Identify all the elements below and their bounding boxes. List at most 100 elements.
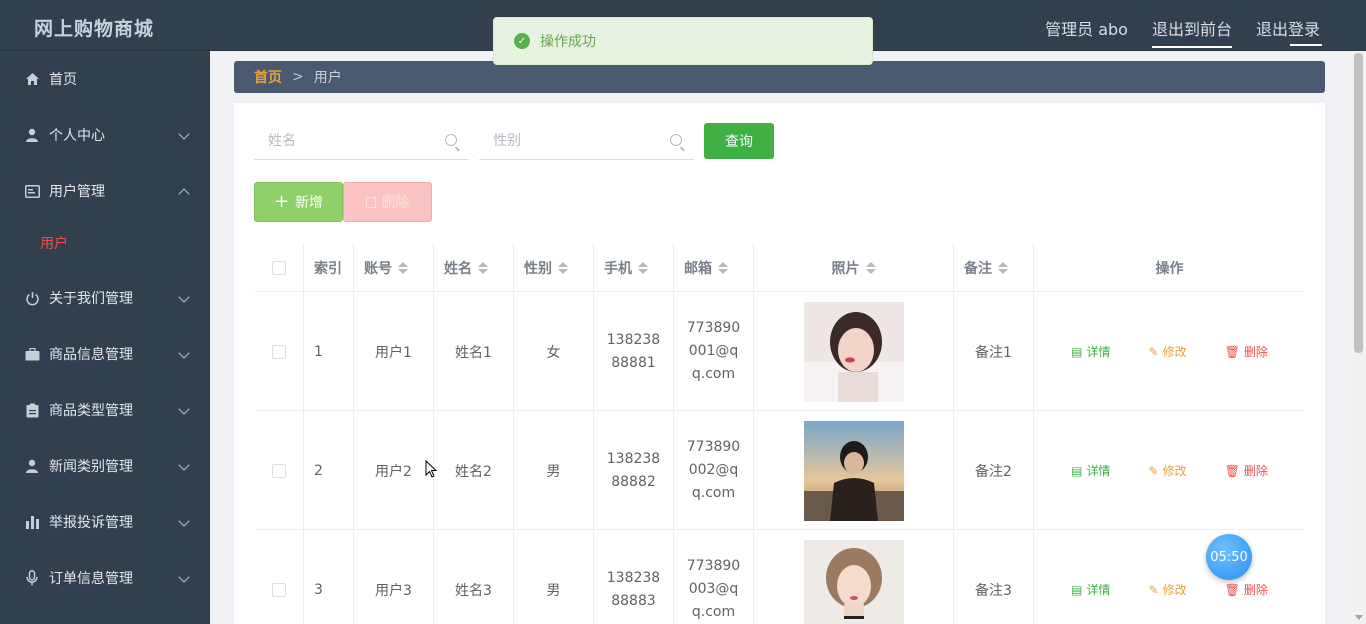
sort-icon[interactable] bbox=[558, 261, 568, 275]
sidebar-subitem-users[interactable]: 用户 bbox=[0, 220, 210, 266]
check-circle-icon: ✓ bbox=[514, 33, 530, 49]
sort-icon[interactable] bbox=[638, 261, 648, 275]
detail-button[interactable]: ▤ 详情 bbox=[1071, 343, 1110, 360]
query-button[interactable]: 查询 bbox=[704, 123, 774, 159]
gender-search-input[interactable] bbox=[479, 133, 649, 149]
document-icon: ▤ bbox=[1071, 463, 1083, 478]
header-photo[interactable]: 照片 bbox=[754, 243, 954, 292]
add-button[interactable]: + 新增 bbox=[254, 182, 343, 222]
index-cell: 1 bbox=[304, 292, 354, 411]
trash-icon bbox=[365, 196, 376, 208]
select-cell bbox=[254, 292, 304, 411]
sidebar-item-user-management[interactable]: 用户管理 bbox=[0, 163, 210, 219]
header-label: 姓名 bbox=[444, 260, 472, 277]
header-email[interactable]: 邮箱 bbox=[674, 243, 754, 292]
trash-icon: 🗑 bbox=[1224, 463, 1240, 478]
sidebar-item-label: 首页 bbox=[49, 72, 77, 88]
sidebar-item-label: 举报投诉管理 bbox=[49, 515, 133, 531]
user-icon bbox=[24, 127, 40, 143]
sidebar-item-news-category[interactable]: 新闻类别管理 bbox=[0, 438, 210, 494]
delete-button[interactable]: 🗑 删除 bbox=[1225, 343, 1268, 360]
exit-to-front-link[interactable]: 退出到前台 bbox=[1151, 16, 1232, 48]
phone-value: 13823888881 bbox=[606, 331, 661, 371]
edit-label: 修改 bbox=[1162, 464, 1187, 478]
table-row: 3 用户3 姓名3 男 13823888883 773890003@qq.com bbox=[254, 530, 1305, 624]
edit-label: 修改 bbox=[1162, 345, 1187, 359]
admin-label: 管理员 abo bbox=[1045, 20, 1128, 39]
ops-cell: ▤ 详情 ✎ 修改 🗑 删除 bbox=[1034, 530, 1305, 624]
name-search-input[interactable] bbox=[254, 133, 424, 149]
chevron-down-icon bbox=[178, 291, 190, 303]
select-all-checkbox[interactable] bbox=[271, 260, 286, 275]
index-cell: 2 bbox=[304, 411, 354, 530]
sidebar-item-label: 新闻类别管理 bbox=[49, 459, 133, 475]
sidebar-item-label: 商品信息管理 bbox=[49, 347, 133, 363]
header-label: 索引 bbox=[314, 260, 342, 277]
header-label: 操作 bbox=[1155, 260, 1184, 277]
row-checkbox[interactable] bbox=[271, 582, 286, 597]
breadcrumb-home-link[interactable]: 首页 bbox=[254, 67, 282, 87]
scroll-thumb[interactable] bbox=[1354, 53, 1363, 353]
edit-button[interactable]: ✎ 修改 bbox=[1149, 581, 1187, 598]
sidebar-item-product-info[interactable]: 商品信息管理 bbox=[0, 326, 210, 382]
pencil-icon: ✎ bbox=[1148, 344, 1159, 359]
detail-button[interactable]: ▤ 详情 bbox=[1071, 581, 1110, 598]
sort-icon[interactable] bbox=[718, 261, 728, 275]
row-checkbox[interactable] bbox=[271, 344, 286, 359]
sidebar-item-personal-center[interactable]: 个人中心 bbox=[0, 107, 210, 163]
sort-icon[interactable] bbox=[478, 261, 488, 275]
delete-button[interactable]: 🗑 删除 bbox=[1225, 581, 1268, 598]
table-row: 2 用户2 姓名2 男 13823888882 773890002@qq.com bbox=[254, 411, 1305, 530]
timer-bubble[interactable]: 05:50 bbox=[1206, 534, 1252, 580]
search-icon bbox=[670, 134, 682, 146]
email-cell: 773890002@qq.com bbox=[674, 411, 754, 530]
page-scrollbar[interactable] bbox=[1351, 51, 1366, 624]
user-photo bbox=[803, 539, 904, 624]
edit-label: 修改 bbox=[1162, 583, 1187, 597]
bar-chart-icon bbox=[24, 514, 40, 530]
pencil-icon: ✎ bbox=[1148, 582, 1159, 597]
header-gender[interactable]: 性别 bbox=[514, 243, 594, 292]
row-checkbox[interactable] bbox=[271, 463, 286, 478]
header-name[interactable]: 姓名 bbox=[434, 243, 514, 292]
edit-button[interactable]: ✎ 修改 bbox=[1149, 343, 1187, 360]
mouse-cursor-icon bbox=[425, 460, 437, 478]
sidebar-item-order-info[interactable]: 订单信息管理 bbox=[0, 550, 210, 606]
batch-delete-button[interactable]: 删除 bbox=[343, 182, 432, 222]
scroll-down-arrow-icon[interactable] bbox=[1355, 615, 1363, 620]
delete-button[interactable]: 🗑 删除 bbox=[1225, 462, 1268, 479]
sidebar-item-label: 关于我们管理 bbox=[49, 291, 133, 307]
detail-label: 详情 bbox=[1086, 464, 1111, 478]
select-cell bbox=[254, 411, 304, 530]
header-phone[interactable]: 手机 bbox=[594, 243, 674, 292]
remark-cell: 备注1 bbox=[954, 292, 1034, 411]
sort-icon[interactable] bbox=[865, 261, 876, 275]
detail-button[interactable]: ▤ 详情 bbox=[1071, 462, 1110, 479]
sort-icon[interactable] bbox=[998, 261, 1008, 275]
trash-icon: 🗑 bbox=[1224, 582, 1240, 597]
sort-icon[interactable] bbox=[398, 261, 408, 275]
phone-cell: 13823888882 bbox=[594, 411, 674, 530]
account-cell: 用户3 bbox=[354, 530, 434, 624]
gender-cell: 男 bbox=[514, 530, 594, 624]
toast-message: 操作成功 bbox=[540, 34, 596, 50]
header-account[interactable]: 账号 bbox=[354, 243, 434, 292]
sidebar-item-product-type[interactable]: 商品类型管理 bbox=[0, 382, 210, 438]
sidebar-item-about-us[interactable]: 关于我们管理 bbox=[0, 270, 210, 326]
table-header-row: 索引 账号 姓名 性别 手机 邮箱 照片 备注 操作 bbox=[254, 243, 1305, 292]
email-value: 773890002@qq.com bbox=[686, 439, 741, 501]
email-cell: 773890003@qq.com bbox=[674, 530, 754, 624]
pencil-icon: ✎ bbox=[1148, 463, 1159, 478]
name-cell: 姓名2 bbox=[434, 411, 514, 530]
account-cell: 用户1 bbox=[354, 292, 434, 411]
chevron-up-icon bbox=[178, 188, 190, 200]
edit-button[interactable]: ✎ 修改 bbox=[1149, 462, 1187, 479]
sidebar-item-report-complaint[interactable]: 举报投诉管理 bbox=[0, 494, 210, 550]
search-icon bbox=[445, 134, 457, 146]
logout-link[interactable]: 退出登录 bbox=[1256, 16, 1323, 48]
header-remark[interactable]: 备注 bbox=[954, 243, 1034, 292]
header-label: 性别 bbox=[524, 260, 552, 277]
gender-search-field bbox=[479, 123, 694, 160]
sidebar-item-home[interactable]: 首页 bbox=[0, 51, 210, 107]
header-select-all-cell bbox=[254, 243, 304, 292]
